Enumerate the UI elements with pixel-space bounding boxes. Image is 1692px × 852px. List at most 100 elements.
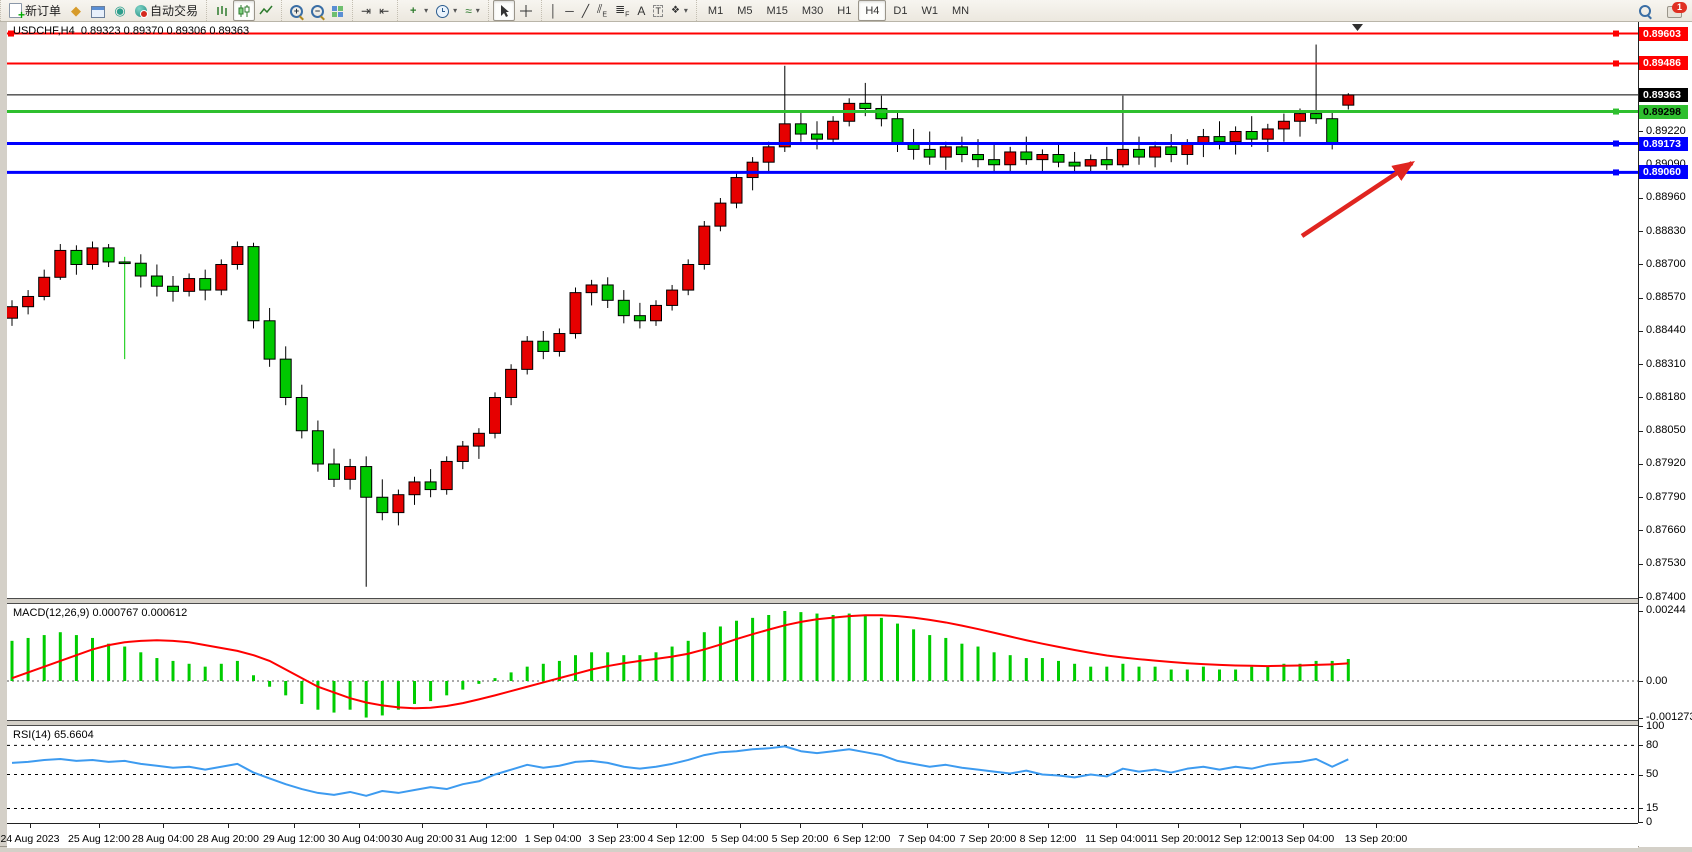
templates-button[interactable]: ≈▾ — [461, 0, 484, 21]
macd-bar — [977, 647, 980, 681]
timeframe-m30-button[interactable]: M30 — [795, 0, 830, 21]
macd-bar — [1234, 670, 1237, 681]
notifications-button[interactable]: 1 — [1663, 0, 1686, 21]
equidistant-channel-button[interactable]: ⫽E — [593, 0, 611, 21]
candle-body — [1246, 131, 1257, 139]
tile-windows-icon — [332, 5, 344, 17]
crosshair-icon — [519, 4, 533, 18]
auto-scroll-button[interactable]: ⇥ — [357, 0, 375, 21]
arrows-button[interactable]: ❖▾ — [667, 0, 692, 21]
macd-pane[interactable] — [7, 604, 1638, 720]
auto-scroll-icon: ⇥ — [361, 4, 371, 18]
candle-body — [1021, 152, 1032, 160]
line-handle[interactable] — [1613, 141, 1619, 147]
price-level-badge: 0.89298 — [1639, 105, 1688, 119]
navigator-button[interactable]: ◉ — [109, 0, 131, 21]
zoom-in-button[interactable]: + — [286, 0, 307, 21]
toolbar-right-cluster: 1 — [1635, 0, 1686, 21]
macd-bar — [1250, 667, 1253, 681]
candle-body — [618, 300, 629, 315]
candle-body — [1278, 121, 1289, 129]
text-button[interactable]: A — [633, 0, 649, 21]
macd-histogram — [11, 611, 1350, 718]
arrows-tool-icon: ❖ — [671, 5, 680, 16]
macd-bar — [220, 664, 223, 681]
macd-bar — [333, 681, 336, 713]
line-chart-button[interactable] — [255, 0, 277, 21]
toolbar-group-trade: 新订单 ◆ ◉ 自动交易 — [0, 0, 206, 21]
time-axis-label: 8 Sep 12:00 — [1020, 833, 1077, 845]
indicators-button[interactable]: +▾ — [402, 0, 432, 21]
bar-chart-button[interactable] — [211, 0, 233, 21]
text-label-button[interactable]: T — [649, 0, 667, 21]
price-tick-mark — [1639, 397, 1643, 398]
price-axis[interactable]: 0.892200.890900.889600.888300.887000.885… — [1639, 21, 1692, 847]
time-axis[interactable]: 24 Aug 202325 Aug 12:0028 Aug 04:0028 Au… — [7, 823, 1638, 848]
trendline-icon: ╱ — [582, 4, 589, 18]
templates-icon: ≈ — [465, 4, 472, 18]
macd-bar — [381, 681, 384, 715]
autotrading-icon — [135, 5, 147, 17]
line-handle[interactable] — [1613, 31, 1619, 37]
time-tick-mark — [862, 824, 863, 828]
macd-bar — [510, 672, 513, 681]
new-order-button[interactable]: 新订单 — [5, 0, 65, 21]
bar-chart-icon — [215, 4, 229, 18]
crosshair-button[interactable] — [515, 0, 537, 21]
macd-indicator-label: MACD(12,26,9) 0.000767 0.000612 — [13, 607, 187, 619]
timeframe-w1-button[interactable]: W1 — [914, 0, 945, 21]
rsi-pane[interactable] — [7, 726, 1638, 823]
candle-body — [296, 397, 307, 430]
candle-body — [264, 321, 275, 359]
annotation-arrow[interactable] — [1302, 163, 1412, 236]
trendline-button[interactable]: ╱ — [578, 0, 593, 21]
search-icon — [1639, 5, 1651, 17]
price-tick-mark — [1639, 564, 1643, 565]
macd-tick-label: 0.00244 — [1646, 604, 1686, 616]
vertical-line-button[interactable]: │ — [546, 0, 562, 21]
time-tick-mark — [228, 824, 229, 828]
macd-bar — [1041, 658, 1044, 681]
time-tick-mark — [99, 824, 100, 828]
periods-button[interactable]: ▾ — [432, 0, 461, 21]
candlestick-chart-button[interactable] — [233, 0, 255, 21]
data-window-button[interactable] — [87, 0, 109, 21]
price-tick-mark — [1639, 331, 1643, 332]
time-tick-mark — [1240, 824, 1241, 828]
main-price-pane[interactable] — [7, 22, 1638, 598]
timeframe-h4-button[interactable]: H4 — [858, 0, 886, 21]
chart-symbol-period: USDCHF,H4 — [13, 25, 75, 37]
macd-bar — [11, 641, 14, 681]
candle-body — [602, 285, 613, 300]
macd-bar — [188, 664, 191, 681]
candle-body — [1230, 131, 1241, 141]
line-handle[interactable] — [1613, 169, 1619, 175]
search-button[interactable] — [1635, 0, 1655, 21]
zoom-out-button[interactable]: − — [307, 0, 328, 21]
time-axis-label: 13 Sep 04:00 — [1272, 833, 1334, 845]
macd-bar — [783, 611, 786, 681]
horizontal-line-button[interactable]: ─ — [561, 0, 578, 21]
timeframe-h1-button[interactable]: H1 — [830, 0, 858, 21]
macd-bar — [703, 632, 706, 681]
line-handle[interactable] — [1613, 109, 1619, 115]
tile-windows-button[interactable] — [328, 0, 348, 21]
chart-shift-button[interactable]: ⇤ — [375, 0, 393, 21]
time-axis-label: 29 Aug 12:00 — [263, 833, 325, 845]
time-tick-mark — [740, 824, 741, 828]
toolbar-group-cursor — [488, 0, 541, 21]
market-watch-button[interactable]: ◆ — [65, 0, 87, 21]
candle-body — [860, 103, 871, 108]
timeframe-m5-button[interactable]: M5 — [730, 0, 759, 21]
macd-bar — [735, 621, 738, 681]
cursor-button[interactable] — [493, 0, 515, 21]
price-tick-label: 0.87660 — [1646, 524, 1686, 536]
autotrading-button[interactable]: 自动交易 — [131, 0, 202, 21]
timeframe-d1-button[interactable]: D1 — [886, 0, 914, 21]
timeframe-m15-button[interactable]: M15 — [759, 0, 794, 21]
timeframe-mn-button[interactable]: MN — [945, 0, 976, 21]
chart-shift-marker[interactable] — [1352, 24, 1363, 31]
line-handle[interactable] — [1613, 60, 1619, 66]
timeframe-m1-button[interactable]: M1 — [701, 0, 730, 21]
fibonacci-button[interactable]: ≣F — [611, 0, 633, 21]
